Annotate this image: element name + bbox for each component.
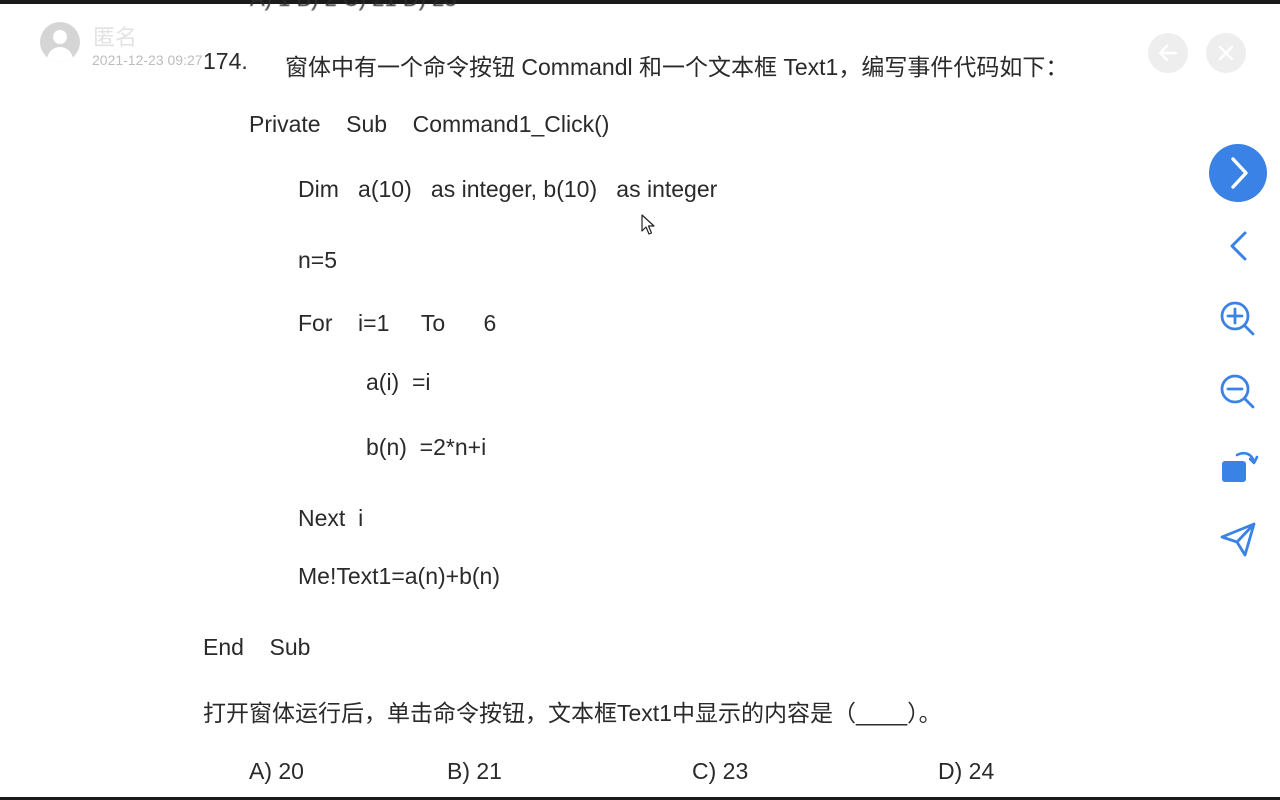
option-d: D) 24 [938,758,995,784]
question-text: 窗体中有一个命令按钮 Commandl 和一个文本框 Text1，编写事件代码如… [285,54,1069,80]
chevron-right-icon [1231,157,1248,189]
back-button[interactable] [1148,33,1188,73]
close-icon [1218,45,1234,61]
code-line-3: n=5 [298,247,338,273]
user-name: 匿名 [93,26,138,51]
next-button[interactable] [1209,144,1267,202]
code-line-4: For i=1 To 6 [298,310,497,336]
zoom-in-button[interactable] [1210,291,1266,347]
send-icon [1220,522,1256,557]
cut-off-options: A) 1 B) 2 C) 21 D) 23 [250,0,457,12]
question-prompt: 打开窗体运行后，单击命令按钮，文本框Text1中显示的内容是（____）。 [203,700,942,726]
code-line-1: Private Sub Command1_Click() [249,111,610,137]
question-number: 174. [203,48,248,74]
zoom-out-button[interactable] [1210,364,1266,420]
document-image: A) 1 B) 2 C) 21 D) 23 174. 窗体中有一个命令按钮 Co… [0,0,1280,800]
rotate-button[interactable] [1210,438,1266,494]
rotate-icon [1222,451,1259,482]
zoom-in-icon [1220,301,1255,336]
code-line-6: b(n) =2*n+i [366,434,487,460]
previous-button[interactable] [1210,218,1266,274]
zoom-out-icon [1220,374,1255,409]
option-a: A) 20 [249,758,304,784]
code-line-9: End Sub [203,634,311,660]
option-c: C) 23 [692,758,749,784]
code-line-5: a(i) =i [366,369,431,395]
code-line-8: Me!Text1=a(n)+b(n) [298,563,500,589]
option-b: B) 21 [447,758,502,784]
code-line-7: Next i [298,505,364,531]
arrow-left-icon [1158,44,1178,62]
close-button[interactable] [1206,33,1246,73]
code-line-2: Dim a(10) as integer, b(10) as integer [298,176,718,202]
chevron-left-icon [1230,231,1247,261]
avatar [40,22,80,62]
send-button[interactable] [1210,511,1266,567]
post-timestamp: 2021-12-23 09:27 [92,52,203,68]
mouse-cursor-icon [641,214,655,235]
